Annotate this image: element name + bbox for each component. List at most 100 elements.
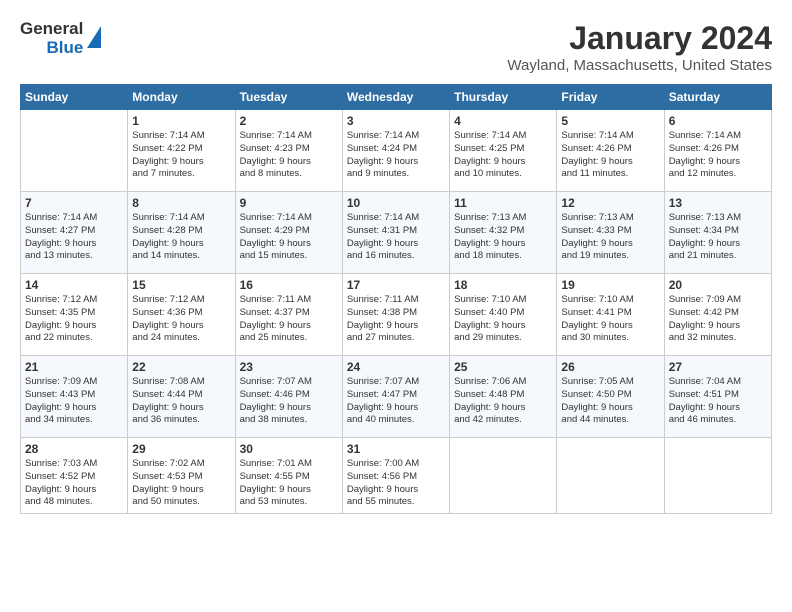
calendar-cell: 23Sunrise: 7:07 AMSunset: 4:46 PMDayligh… [235,356,342,438]
cell-line: and 22 minutes. [25,332,93,343]
calendar-week-row: 21Sunrise: 7:09 AMSunset: 4:43 PMDayligh… [21,356,772,438]
day-number: 26 [561,360,659,374]
cell-line: Sunset: 4:27 PM [25,225,95,236]
logo-blue: Blue [46,39,83,58]
cell-line: and 30 minutes. [561,332,629,343]
cell-line: Daylight: 9 hours [454,156,525,167]
calendar-cell [557,438,664,514]
day-number: 17 [347,278,445,292]
day-number: 19 [561,278,659,292]
cell-line: Sunset: 4:44 PM [132,389,202,400]
cell-line: Sunrise: 7:07 AM [347,376,419,387]
cell-line: Daylight: 9 hours [132,402,203,413]
cell-line: Daylight: 9 hours [347,238,418,249]
cell-line: and 19 minutes. [561,250,629,261]
cell-line: and 18 minutes. [454,250,522,261]
cell-line: Sunrise: 7:14 AM [347,130,419,141]
calendar-cell: 2Sunrise: 7:14 AMSunset: 4:23 PMDaylight… [235,110,342,192]
calendar-cell: 5Sunrise: 7:14 AMSunset: 4:26 PMDaylight… [557,110,664,192]
cell-line: Sunrise: 7:14 AM [240,130,312,141]
cell-line: Sunrise: 7:06 AM [454,376,526,387]
page: General Blue January 2024 Wayland, Massa… [0,0,792,612]
header: General Blue January 2024 Wayland, Massa… [20,20,772,74]
calendar-cell: 24 Sunrise: 7:07 AMSunset: 4:47 PMDayligh… [342,356,449,438]
cell-line: Sunrise: 7:05 AM [561,376,633,387]
day-number: 20 [669,278,767,292]
cell-line: and 24 minutes. [132,332,200,343]
cell-line: and 25 minutes. [240,332,308,343]
cell-line: Daylight: 9 hours [25,402,96,413]
calendar-cell: 16Sunrise: 7:11 AMSunset: 4:37 PMDayligh… [235,274,342,356]
cell-content: Sunrise: 7:04 AMSunset: 4:51 PMDaylight:… [669,376,767,427]
calendar-cell: 14Sunrise: 7:12 AMSunset: 4:35 PMDayligh… [21,274,128,356]
cell-line: Sunrise: 7:04 AM [669,376,741,387]
cell-line: and 42 minutes. [454,414,522,425]
cell-line: Daylight: 9 hours [132,484,203,495]
cell-line: Sunrise: 7:13 AM [561,212,633,223]
cell-line: and 14 minutes. [132,250,200,261]
cell-line: Sunrise: 7:14 AM [132,212,204,223]
cell-line: Sunrise: 7:00 AM [347,458,419,469]
day-number: 5 [561,114,659,128]
cell-line: and 7 minutes. [132,168,194,179]
cell-line: and 11 minutes. [561,168,628,179]
cell-line: Sunset: 4:29 PM [240,225,310,236]
cell-line: Daylight: 9 hours [347,402,418,413]
cell-content: Sunrise: 7:07 AMSunset: 4:47 PMDaylight:… [347,376,445,427]
cell-line: Sunset: 4:28 PM [132,225,202,236]
cell-line: Sunset: 4:52 PM [25,471,95,482]
day-number: 22 [132,360,230,374]
cell-line: Sunrise: 7:12 AM [25,294,97,305]
day-number: 13 [669,196,767,210]
day-number: 30 [240,442,338,456]
cell-line: Sunrise: 7:14 AM [25,212,97,223]
cell-line: Sunrise: 7:12 AM [132,294,204,305]
cell-line: Sunset: 4:55 PM [240,471,310,482]
day-number: 3 [347,114,445,128]
calendar-cell [664,438,771,514]
day-number: 6 [669,114,767,128]
day-number: 27 [669,360,767,374]
calendar-cell [21,110,128,192]
cell-content: Sunrise: 7:09 AMSunset: 4:42 PMDaylight:… [669,294,767,345]
cell-content: Sunrise: 7:07 AMSunset: 4:46 PMDaylight:… [240,376,338,427]
cell-line: Daylight: 9 hours [347,484,418,495]
cell-line: and 44 minutes. [561,414,629,425]
col-sunday: Sunday [21,85,128,110]
cell-content: Sunrise: 7:08 AM Sunset: 4:44 PM Daylight:… [132,376,230,427]
cell-line: Daylight: 9 hours [25,320,96,331]
cell-line: Sunrise: 7:14 AM [669,130,741,141]
cell-line: Sunset: 4:36 PM [132,307,202,318]
calendar-cell: 29Sunrise: 7:02 AMSunset: 4:53 PMDayligh… [128,438,235,514]
cell-line: Sunrise: 7:11 AM [240,294,312,305]
cell-line: and 15 minutes. [240,250,308,261]
calendar-cell: 10Sunrise: 7:14 AMSunset: 4:31 PMDayligh… [342,192,449,274]
cell-line: Sunrise: 7:11 AM [347,294,419,305]
calendar-week-row: 7Sunrise: 7:14 AMSunset: 4:27 PMDaylight… [21,192,772,274]
day-number: 10 [347,196,445,210]
calendar-cell: 13 Sunrise: 7:13 AMSunset: 4:34 PMDayligh… [664,192,771,274]
cell-line: and 34 minutes. [25,414,93,425]
cell-line: Sunrise: 7:08 AM [132,376,204,387]
day-number: 24 [347,360,445,374]
day-number: 18 [454,278,552,292]
col-wednesday: Wednesday [342,85,449,110]
calendar-cell [450,438,557,514]
cell-line: Sunset: 4:40 PM [454,307,524,318]
cell-line: Daylight: 9 hours [669,156,740,167]
calendar-cell: 18Sunrise: 7:10 AMSunset: 4:40 PMDayligh… [450,274,557,356]
cell-content: Sunrise: 7:11 AMSunset: 4:37 PMDaylight:… [240,294,338,345]
cell-content: Sunrise: 7:10 AMSunset: 4:41 PMDaylight:… [561,294,659,345]
cell-line: Daylight: 9 hours [240,484,311,495]
cell-content: Sunrise: 7:13 AMSunset: 4:34 PMDaylight:… [669,212,767,263]
cell-content: Sunrise: 7:14 AMSunset: 4:29 PMDaylight:… [240,212,338,263]
calendar-cell: 19 Sunrise: 7:10 AMSunset: 4:41 PMDayligh… [557,274,664,356]
cell-line: and 53 minutes. [240,496,308,507]
calendar-cell: 7Sunrise: 7:14 AMSunset: 4:27 PMDaylight… [21,192,128,274]
day-number: 31 [347,442,445,456]
cell-line: Daylight: 9 hours [454,402,525,413]
calendar-week-row: 28Sunrise: 7:03 AMSunset: 4:52 PMDayligh… [21,438,772,514]
cell-line: and 55 minutes. [347,496,415,507]
cell-line: Sunset: 4:42 PM [669,307,739,318]
cell-line: Sunrise: 7:09 AM [669,294,741,305]
